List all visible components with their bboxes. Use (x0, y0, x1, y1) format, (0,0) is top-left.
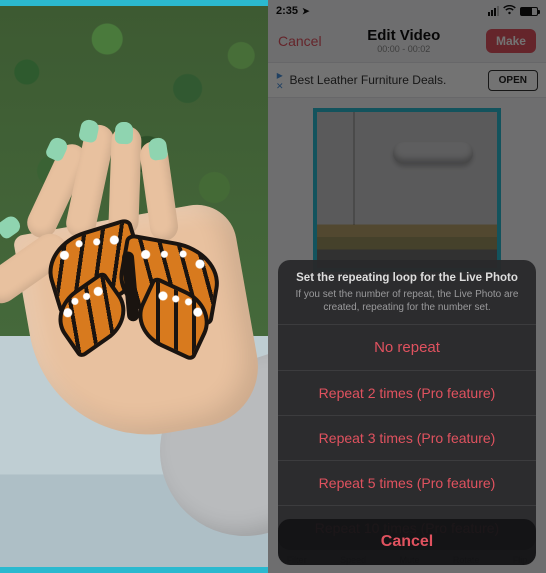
nail (148, 137, 169, 161)
butterfly-photo (0, 6, 268, 567)
repeat-action-sheet: Set the repeating loop for the Live Phot… (278, 260, 536, 550)
right-app-panel: 2:35 ➤ Cancel Edit Video 00:00 - 00:02 M… (268, 0, 546, 573)
sheet-option-no-repeat[interactable]: No repeat (278, 324, 536, 370)
sheet-option-repeat-2[interactable]: Repeat 2 times (Pro feature) (278, 370, 536, 415)
sheet-subtitle: If you set the number of repeat, the Liv… (292, 288, 522, 314)
sheet-option-repeat-3[interactable]: Repeat 3 times (Pro feature) (278, 415, 536, 460)
nail (115, 122, 134, 145)
sheet-option-repeat-5[interactable]: Repeat 5 times (Pro feature) (278, 460, 536, 505)
sheet-title: Set the repeating loop for the Live Phot… (292, 272, 522, 284)
sheet-header: Set the repeating loop for the Live Phot… (278, 260, 536, 324)
monarch-butterfly (45, 219, 226, 363)
left-photo-panel (0, 0, 268, 573)
sheet-cancel-button[interactable]: Cancel (278, 519, 536, 565)
